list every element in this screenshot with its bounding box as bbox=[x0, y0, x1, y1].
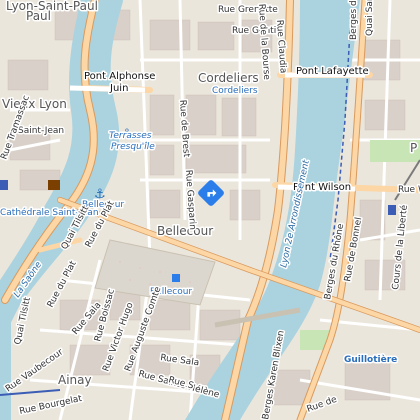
ainay-label: Ainay bbox=[58, 373, 92, 387]
metro-station-icon bbox=[0, 180, 8, 190]
p-label: P bbox=[410, 141, 417, 155]
cordeliers-label: Cordeliers bbox=[198, 71, 259, 85]
svg-text:Presqu'île: Presqu'île bbox=[111, 142, 155, 152]
st-paul-label: Lyon-Saint-Paul bbox=[6, 0, 98, 13]
bellecour-district-label: Bellecour bbox=[157, 224, 213, 238]
pont-lafayette-label: Pont Lafayette bbox=[296, 66, 369, 77]
museum-icon bbox=[48, 180, 60, 190]
guillotiere-label: Guillotière bbox=[344, 354, 397, 365]
rue-gentil-label: Rue Gentil bbox=[232, 26, 279, 36]
bus-stop-icon bbox=[172, 274, 180, 282]
vieux-lyon-label: Vieux Lyon bbox=[2, 97, 67, 111]
saint-jean-label: Saint-Jean bbox=[18, 126, 64, 136]
tram-icon bbox=[388, 205, 396, 215]
map-canvas[interactable]: ⚓ ⚓ Lyon-Saint-Paul Paul Vieux Lyon Sain… bbox=[0, 0, 420, 420]
svg-text:Juin: Juin bbox=[109, 83, 128, 94]
svg-text:Paul: Paul bbox=[26, 9, 51, 23]
rue-grenette-label: Rue Grenette bbox=[218, 5, 278, 15]
rue-w-label: Rue W bbox=[398, 185, 420, 195]
terrasses-label: Terrasses bbox=[109, 131, 152, 141]
cordeliers-stop-label: Cordeliers bbox=[212, 86, 258, 96]
quai-sarrail-label: Quai Sarrail bbox=[365, 0, 375, 36]
map-view[interactable]: ⚓ ⚓ Lyon-Saint-Paul Paul Vieux Lyon Sain… bbox=[0, 0, 420, 420]
pont-alphonse-juin-label: Pont Alphonse bbox=[84, 71, 155, 82]
berges-du-rhone-label-2: Berges du Rhône bbox=[348, 0, 359, 40]
